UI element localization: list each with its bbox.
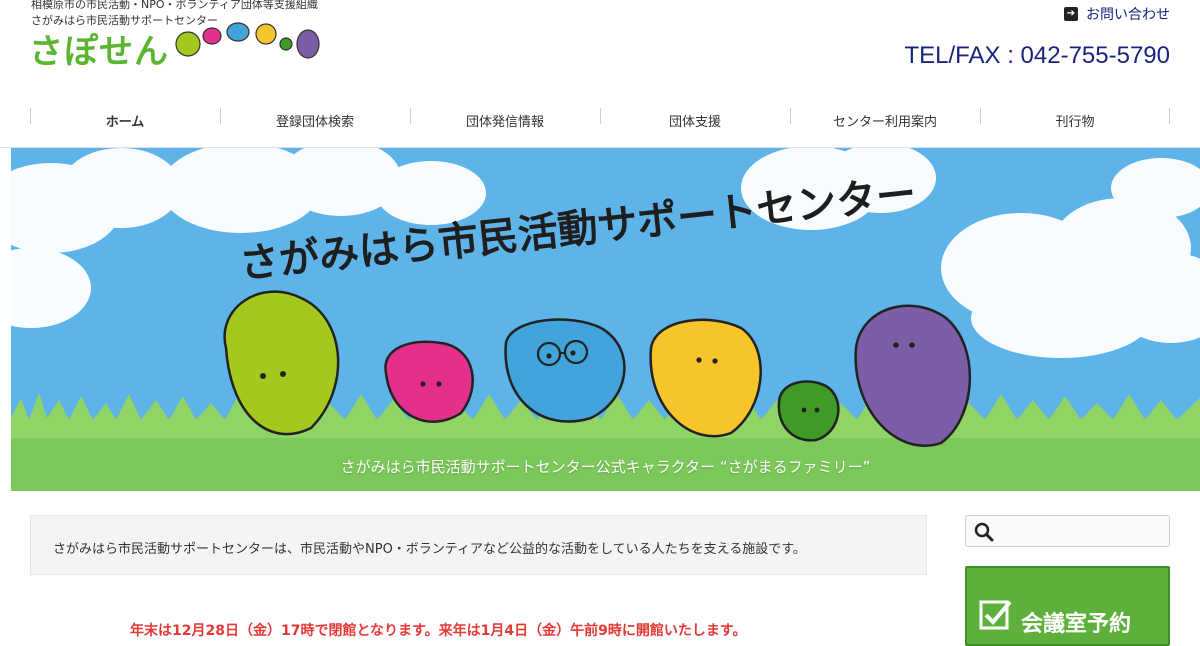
search-input[interactable]	[1000, 520, 1160, 542]
checkbox-icon	[979, 600, 1012, 630]
nav-item-group-search[interactable]: 登録団体検索	[220, 92, 410, 148]
main-navigation: ホーム 登録団体検索 団体発信情報 団体支援 センター利用案内 刊行物	[0, 92, 1200, 148]
arrow-right-icon: ➔	[1064, 7, 1078, 21]
intro-box: さがみはら市民活動サポートセンターは、市民活動やNPO・ボランティアなど公益的な…	[30, 515, 927, 575]
hero-caption: さがみはら市民活動サポートセンター公式キャラクター “さがまるファミリー”	[340, 458, 871, 476]
nav-item-home[interactable]: ホーム	[30, 92, 220, 148]
hero-banner: さがみはら市民活動サポートセンター さがみはら市民活動サポートセンター公式キャラ…	[11, 148, 1200, 491]
hero-illustration: さがみはら市民活動サポートセンター	[11, 148, 1200, 491]
nav-item-group-support[interactable]: 団体支援	[600, 92, 790, 148]
site-logo[interactable]: さぽせん	[29, 24, 169, 73]
site-header: 相模原市の市民活動・NPO・ボランティア団体等支援組織 さがみはら市民活動サポー…	[0, 0, 1200, 92]
telfax-number: TEL/FAX : 042-755-5790	[904, 42, 1171, 69]
room-reservation-button[interactable]: 会議室予約	[965, 566, 1170, 646]
nav-item-group-info[interactable]: 団体発信情報	[410, 92, 600, 148]
closing-notice: 年末は12月28日（金）17時で閉館となります。来年は1月4日（金）午前9時に開…	[130, 623, 747, 639]
search-icon[interactable]	[974, 522, 994, 542]
logo-characters-icon	[175, 22, 320, 59]
intro-text: さがみはら市民活動サポートセンターは、市民活動やNPO・ボランティアなど公益的な…	[53, 542, 806, 557]
contact-link-label: お問い合わせ	[1086, 7, 1170, 23]
room-reservation-label: 会議室予約	[1021, 612, 1132, 637]
site-tagline: 相模原市の市民活動・NPO・ボランティア団体等支援組織	[31, 0, 318, 11]
nav-item-publications[interactable]: 刊行物	[980, 92, 1170, 148]
nav-item-center-guide[interactable]: センター利用案内	[790, 92, 980, 148]
contact-link[interactable]: ➔ お問い合わせ	[1064, 4, 1170, 24]
site-search	[965, 515, 1170, 547]
